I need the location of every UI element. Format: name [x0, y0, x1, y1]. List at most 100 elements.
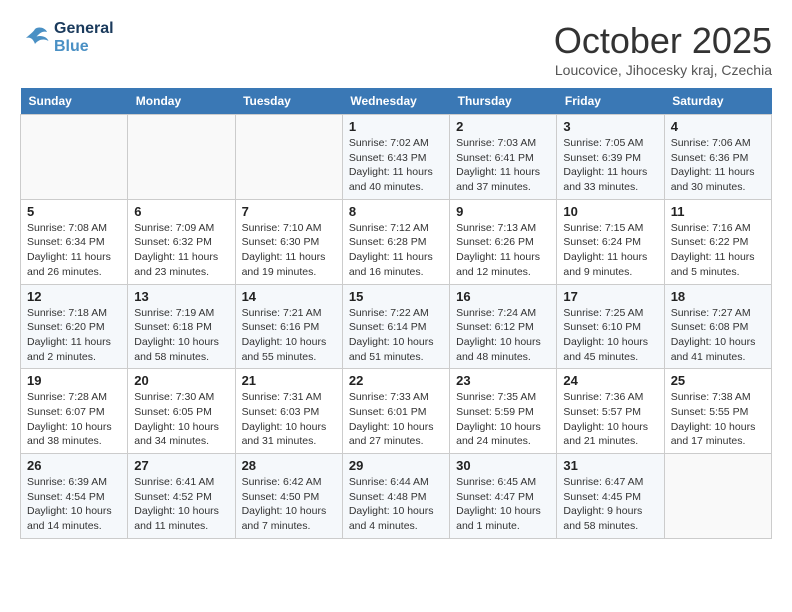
calendar-cell: 12 Sunrise: 7:18 AM Sunset: 6:20 PM Dayli…: [21, 284, 128, 369]
day-info: Sunrise: 7:24 AM Sunset: 6:12 PM Dayligh…: [456, 306, 550, 365]
calendar-cell: [21, 115, 128, 200]
day-info: Sunrise: 7:31 AM Sunset: 6:03 PM Dayligh…: [242, 390, 336, 449]
day-info: Sunrise: 7:27 AM Sunset: 6:08 PM Dayligh…: [671, 306, 765, 365]
day-header-monday: Monday: [128, 88, 235, 115]
calendar-cell: 25 Sunrise: 7:38 AM Sunset: 5:55 PM Dayli…: [664, 369, 771, 454]
day-number: 8: [349, 204, 443, 219]
day-info: Sunrise: 7:18 AM Sunset: 6:20 PM Dayligh…: [27, 306, 121, 365]
day-info: Sunrise: 7:15 AM Sunset: 6:24 PM Dayligh…: [563, 221, 657, 280]
day-header-saturday: Saturday: [664, 88, 771, 115]
day-number: 18: [671, 289, 765, 304]
day-number: 1: [349, 119, 443, 134]
calendar-cell: 2 Sunrise: 7:03 AM Sunset: 6:41 PM Daylig…: [450, 115, 557, 200]
day-number: 5: [27, 204, 121, 219]
day-number: 10: [563, 204, 657, 219]
day-info: Sunrise: 6:41 AM Sunset: 4:52 PM Dayligh…: [134, 475, 228, 534]
day-number: 24: [563, 373, 657, 388]
day-number: 23: [456, 373, 550, 388]
calendar-cell: 28 Sunrise: 6:42 AM Sunset: 4:50 PM Dayli…: [235, 454, 342, 539]
calendar-cell: [235, 115, 342, 200]
day-number: 12: [27, 289, 121, 304]
day-info: Sunrise: 7:12 AM Sunset: 6:28 PM Dayligh…: [349, 221, 443, 280]
day-info: Sunrise: 7:09 AM Sunset: 6:32 PM Dayligh…: [134, 221, 228, 280]
day-number: 4: [671, 119, 765, 134]
day-info: Sunrise: 7:33 AM Sunset: 6:01 PM Dayligh…: [349, 390, 443, 449]
day-info: Sunrise: 7:38 AM Sunset: 5:55 PM Dayligh…: [671, 390, 765, 449]
calendar-week-5: 26 Sunrise: 6:39 AM Sunset: 4:54 PM Dayli…: [21, 454, 772, 539]
day-info: Sunrise: 7:36 AM Sunset: 5:57 PM Dayligh…: [563, 390, 657, 449]
day-number: 3: [563, 119, 657, 134]
logo: General Blue: [20, 20, 114, 56]
day-info: Sunrise: 7:16 AM Sunset: 6:22 PM Dayligh…: [671, 221, 765, 280]
day-number: 16: [456, 289, 550, 304]
day-number: 7: [242, 204, 336, 219]
calendar-cell: 7 Sunrise: 7:10 AM Sunset: 6:30 PM Daylig…: [235, 199, 342, 284]
calendar-cell: 9Sunrise: 7:13 AM Sunset: 6:26 PM Daylig…: [450, 199, 557, 284]
day-number: 25: [671, 373, 765, 388]
day-number: 29: [349, 458, 443, 473]
calendar-cell: 21 Sunrise: 7:31 AM Sunset: 6:03 PM Dayli…: [235, 369, 342, 454]
day-number: 17: [563, 289, 657, 304]
calendar-cell: 24 Sunrise: 7:36 AM Sunset: 5:57 PM Dayli…: [557, 369, 664, 454]
day-info: Sunrise: 6:39 AM Sunset: 4:54 PM Dayligh…: [27, 475, 121, 534]
calendar-cell: 23Sunrise: 7:35 AM Sunset: 5:59 PM Dayli…: [450, 369, 557, 454]
title-block: October 2025 Loucovice, Jihocesky kraj, …: [554, 20, 772, 78]
calendar-cell: 31Sunrise: 6:47 AM Sunset: 4:45 PM Dayli…: [557, 454, 664, 539]
day-info: Sunrise: 7:30 AM Sunset: 6:05 PM Dayligh…: [134, 390, 228, 449]
calendar-week-2: 5Sunrise: 7:08 AM Sunset: 6:34 PM Daylig…: [21, 199, 772, 284]
day-info: Sunrise: 6:44 AM Sunset: 4:48 PM Dayligh…: [349, 475, 443, 534]
day-info: Sunrise: 7:19 AM Sunset: 6:18 PM Dayligh…: [134, 306, 228, 365]
day-info: Sunrise: 6:47 AM Sunset: 4:45 PM Dayligh…: [563, 475, 657, 534]
day-info: Sunrise: 6:45 AM Sunset: 4:47 PM Dayligh…: [456, 475, 550, 534]
calendar-cell: 29 Sunrise: 6:44 AM Sunset: 4:48 PM Dayli…: [342, 454, 449, 539]
day-number: 26: [27, 458, 121, 473]
calendar-cell: 17 Sunrise: 7:25 AM Sunset: 6:10 PM Dayli…: [557, 284, 664, 369]
day-info: Sunrise: 7:22 AM Sunset: 6:14 PM Dayligh…: [349, 306, 443, 365]
calendar-cell: 10 Sunrise: 7:15 AM Sunset: 6:24 PM Dayli…: [557, 199, 664, 284]
day-info: Sunrise: 7:25 AM Sunset: 6:10 PM Dayligh…: [563, 306, 657, 365]
day-header-wednesday: Wednesday: [342, 88, 449, 115]
day-header-friday: Friday: [557, 88, 664, 115]
calendar-cell: 15 Sunrise: 7:22 AM Sunset: 6:14 PM Dayli…: [342, 284, 449, 369]
day-info: Sunrise: 7:28 AM Sunset: 6:07 PM Dayligh…: [27, 390, 121, 449]
calendar-cell: 30 Sunrise: 6:45 AM Sunset: 4:47 PM Dayli…: [450, 454, 557, 539]
day-info: Sunrise: 7:05 AM Sunset: 6:39 PM Dayligh…: [563, 136, 657, 195]
day-number: 30: [456, 458, 550, 473]
day-info: Sunrise: 7:03 AM Sunset: 6:41 PM Dayligh…: [456, 136, 550, 195]
logo-icon: [20, 23, 50, 53]
calendar-cell: 16 Sunrise: 7:24 AM Sunset: 6:12 PM Dayli…: [450, 284, 557, 369]
day-info: Sunrise: 7:06 AM Sunset: 6:36 PM Dayligh…: [671, 136, 765, 195]
calendar-cell: 11 Sunrise: 7:16 AM Sunset: 6:22 PM Dayli…: [664, 199, 771, 284]
page-header: General Blue October 2025 Loucovice, Jih…: [20, 20, 772, 78]
calendar-cell: 8 Sunrise: 7:12 AM Sunset: 6:28 PM Daylig…: [342, 199, 449, 284]
day-info: Sunrise: 7:10 AM Sunset: 6:30 PM Dayligh…: [242, 221, 336, 280]
logo-text: General Blue: [54, 20, 114, 56]
calendar-cell: 4 Sunrise: 7:06 AM Sunset: 6:36 PM Daylig…: [664, 115, 771, 200]
day-number: 14: [242, 289, 336, 304]
day-number: 2: [456, 119, 550, 134]
day-number: 6: [134, 204, 228, 219]
calendar-header-row: SundayMondayTuesdayWednesdayThursdayFrid…: [21, 88, 772, 115]
location: Loucovice, Jihocesky kraj, Czechia: [554, 62, 772, 78]
calendar-week-1: 1 Sunrise: 7:02 AM Sunset: 6:43 PM Daylig…: [21, 115, 772, 200]
day-number: 15: [349, 289, 443, 304]
calendar-cell: 19Sunrise: 7:28 AM Sunset: 6:07 PM Dayli…: [21, 369, 128, 454]
calendar-cell: 26 Sunrise: 6:39 AM Sunset: 4:54 PM Dayli…: [21, 454, 128, 539]
calendar-table: SundayMondayTuesdayWednesdayThursdayFrid…: [20, 88, 772, 539]
day-number: 9: [456, 204, 550, 219]
calendar-cell: 22Sunrise: 7:33 AM Sunset: 6:01 PM Dayli…: [342, 369, 449, 454]
day-header-tuesday: Tuesday: [235, 88, 342, 115]
calendar-cell: 27 Sunrise: 6:41 AM Sunset: 4:52 PM Dayli…: [128, 454, 235, 539]
calendar-cell: 20Sunrise: 7:30 AM Sunset: 6:05 PM Dayli…: [128, 369, 235, 454]
day-number: 11: [671, 204, 765, 219]
day-info: Sunrise: 6:42 AM Sunset: 4:50 PM Dayligh…: [242, 475, 336, 534]
calendar-cell: 13 Sunrise: 7:19 AM Sunset: 6:18 PM Dayli…: [128, 284, 235, 369]
day-number: 28: [242, 458, 336, 473]
day-header-thursday: Thursday: [450, 88, 557, 115]
month-title: October 2025: [554, 20, 772, 62]
day-info: Sunrise: 7:02 AM Sunset: 6:43 PM Dayligh…: [349, 136, 443, 195]
day-number: 21: [242, 373, 336, 388]
day-number: 13: [134, 289, 228, 304]
calendar-cell: [128, 115, 235, 200]
day-number: 27: [134, 458, 228, 473]
